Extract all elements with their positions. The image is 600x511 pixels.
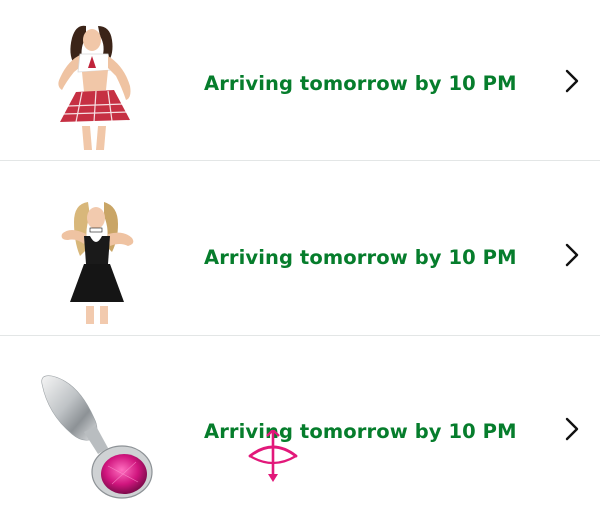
delivery-status-text: Arriving tomorrow by 10 PM (204, 246, 517, 269)
product-thumbnail-maid-costume (61, 202, 134, 324)
product-thumbnail-metal-plug (41, 375, 153, 499)
row-divider (0, 335, 600, 336)
chevron-right-icon[interactable] (562, 68, 582, 94)
product-thumbnail-schoolgirl-costume (58, 25, 131, 150)
order-list: Arriving tomorrow by 10 PM Arriving tomo… (0, 0, 600, 511)
chevron-right-icon[interactable] (562, 242, 582, 268)
order-item-2[interactable]: Arriving tomorrow by 10 PM (0, 174, 600, 348)
cupid-bow-arrow-cursor-icon (248, 430, 298, 482)
order-item-3[interactable]: Arriving tomorrow by 10 PM (0, 348, 600, 511)
row-divider (0, 160, 600, 161)
delivery-status-text: Arriving tomorrow by 10 PM (204, 72, 517, 95)
order-item-1[interactable]: Arriving tomorrow by 10 PM (0, 0, 600, 174)
chevron-right-icon[interactable] (562, 416, 582, 442)
